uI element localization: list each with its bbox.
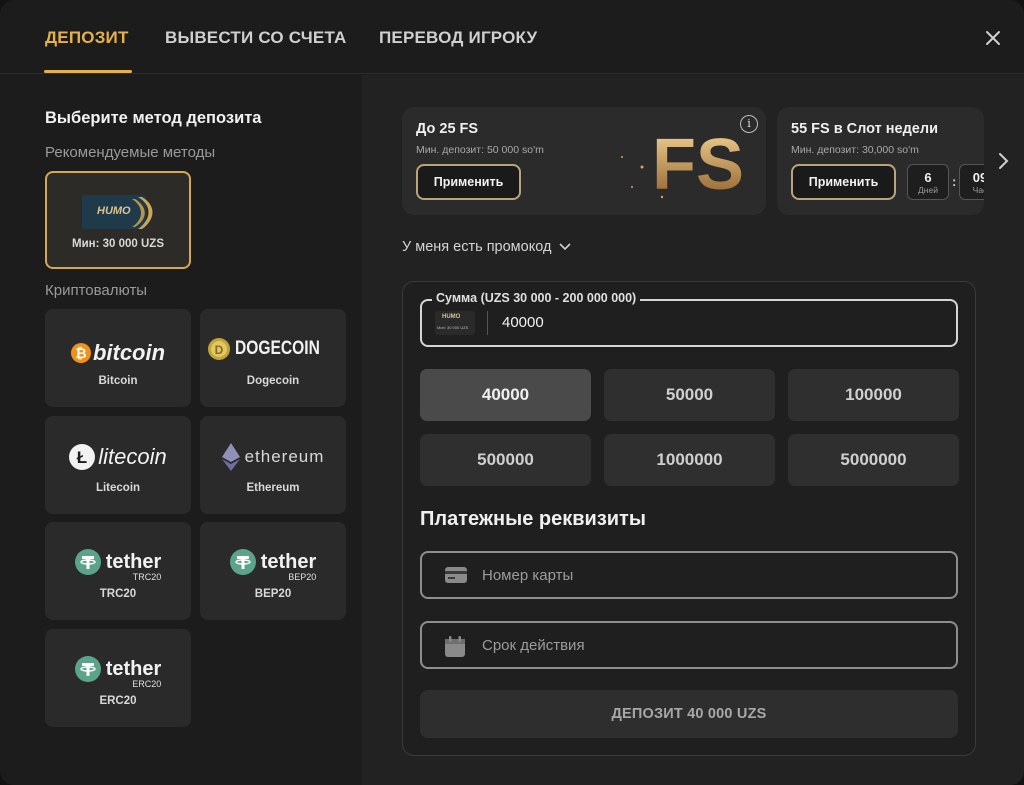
svg-text:Ł: Ł (77, 448, 87, 467)
method-card-tether-erc20[interactable]: tether ERC20 ERC20 (45, 629, 191, 727)
fs-badge-text: FS (652, 125, 744, 205)
ethereum-wordmark: ethereum (244, 447, 325, 466)
tether-bep20-wordmark: tether (260, 550, 317, 573)
humo-caption: Мин: 30 000 UZS (72, 238, 164, 250)
calendar-icon (445, 636, 465, 657)
tab-bar: ДЕПОЗИТ ВЫВЕСТИ СО СЧЕТА ПЕРЕВОД ИГРОКУ (0, 0, 1024, 74)
preset-amount-button[interactable]: 1000000 (604, 434, 775, 486)
ethereum-logo: ethereum (200, 442, 346, 472)
tether-bep20-logo: tether BEP20 (200, 546, 346, 582)
expiry-date-placeholder: Срок действия (482, 637, 585, 654)
tab-deposit[interactable]: ДЕПОЗИТ (45, 28, 129, 48)
litecoin-icon: Ł (69, 444, 96, 470)
timer-hours-clip: 09 Час (959, 164, 984, 200)
promocode-toggle[interactable]: У меня есть промокод (402, 239, 572, 255)
timer-hours-value: 09 (972, 170, 984, 185)
method-card-ethereum[interactable]: ethereum Ethereum (200, 416, 346, 514)
tether-erc20-sub: ERC20 (132, 678, 162, 689)
promocode-label: У меня есть промокод (402, 239, 552, 255)
timer-hours: 09 Час (959, 164, 984, 200)
method-card-litecoin[interactable]: Ł litecoin Litecoin (45, 416, 191, 514)
tab-transfer[interactable]: ПЕРЕВОД ИГРОКУ (379, 28, 537, 48)
tether-erc20-caption: ERC20 (99, 695, 137, 707)
preset-amount-button[interactable]: 500000 (420, 434, 591, 486)
preset-amount-button[interactable]: 100000 (788, 369, 959, 421)
humo-mini-caption: Мин: 30 000 UZS (437, 325, 469, 330)
method-card-tether-trc20[interactable]: tether TRC20 TRC20 (45, 522, 191, 620)
dogecoin-caption: Dogecoin (246, 375, 300, 387)
timer-separator: : (952, 174, 957, 189)
tether-trc20-wordmark: tether (105, 550, 162, 573)
timer-days-label: Дней (918, 185, 938, 195)
dogecoin-wordmark: DOGECOIN (235, 338, 321, 359)
litecoin-wordmark: litecoin (98, 444, 167, 469)
preset-amount-button[interactable]: 40000 (420, 369, 591, 421)
credit-card-icon (445, 567, 467, 583)
method-section-title: Выберите метод депозита (45, 109, 262, 127)
amount-value[interactable]: 40000 (502, 314, 544, 331)
promo-1-title: До 25 FS (416, 121, 479, 137)
timer-days-value: 6 (924, 170, 932, 185)
method-card-humo[interactable]: HUMO Мин: 30 000 UZS (45, 171, 191, 269)
dogecoin-logo: D DOGECOIN (200, 335, 346, 363)
expiry-date-field[interactable]: Срок действия (420, 621, 958, 669)
promo-2-subtitle: Мин. депозит: 30,000 so'm (791, 144, 919, 156)
chevron-down-icon (559, 243, 572, 251)
tether-icon (74, 549, 101, 575)
payment-details-title: Платежные реквизиты (420, 508, 646, 530)
chevron-right-icon[interactable] (994, 150, 1012, 172)
tether-bep20-caption: BEP20 (254, 588, 292, 600)
bitcoin-icon: ₿ (70, 343, 91, 363)
tether-erc20-wordmark: tether (105, 657, 162, 680)
ethereum-caption: Ethereum (246, 482, 300, 494)
crypto-label: Криптовалюты (45, 282, 148, 299)
timer-hours-label: Час (972, 185, 984, 195)
humo-mini-logo: HUMO Мин: 30 000 UZS (435, 311, 475, 335)
timer-days: 6 Дней (907, 164, 949, 200)
amount-input[interactable] (420, 299, 958, 347)
amount-divider (487, 311, 488, 335)
tether-icon (229, 549, 256, 575)
litecoin-caption: Litecoin (95, 482, 141, 494)
bitcoin-logo: ₿ bitcoin (45, 339, 191, 367)
tether-trc20-logo: tether TRC20 (45, 546, 191, 582)
deposit-submit-button[interactable]: ДЕПОЗИТ 40 000 UZS (420, 690, 958, 738)
close-icon[interactable] (982, 27, 1004, 49)
info-icon[interactable]: i (740, 115, 758, 133)
card-number-field[interactable]: Номер карты (420, 551, 958, 599)
amount-legend: Сумма (UZS 30 000 - 200 000 000) (432, 291, 641, 305)
humo-mini-logo-text: HUMO (442, 314, 461, 320)
preset-amount-button[interactable]: 50000 (604, 369, 775, 421)
tether-trc20-caption: TRC20 (99, 588, 137, 600)
method-card-tether-bep20[interactable]: tether BEP20 BEP20 (200, 522, 346, 620)
promo-2-apply-button[interactable]: Применить (791, 164, 896, 200)
humo-logo: HUMO (47, 191, 189, 233)
humo-logo-text: HUMO (97, 205, 131, 217)
active-tab-indicator (44, 70, 132, 73)
promo-2-title: 55 FS в Слот недели (791, 121, 938, 137)
promo-1-subtitle: Мин. депозит: 50 000 so'm (416, 144, 544, 156)
svg-text:D: D (215, 343, 224, 357)
litecoin-logo: Ł litecoin (45, 442, 191, 472)
tether-icon (74, 656, 101, 682)
promo-1-apply-button[interactable]: Применить (416, 164, 521, 200)
tether-trc20-sub: TRC20 (132, 571, 162, 582)
card-number-placeholder: Номер карты (482, 567, 574, 584)
tether-bep20-sub: BEP20 (288, 571, 317, 582)
preset-amount-button[interactable]: 5000000 (788, 434, 959, 486)
dogecoin-icon: D (208, 338, 231, 360)
ethereum-icon (221, 443, 240, 471)
tab-withdraw[interactable]: ВЫВЕСТИ СО СЧЕТА (165, 28, 346, 48)
recommended-label: Рекомендуемые методы (45, 144, 216, 161)
svg-text:₿: ₿ (75, 345, 86, 361)
method-card-bitcoin[interactable]: ₿ bitcoin Bitcoin (45, 309, 191, 407)
tether-erc20-logo: tether ERC20 (45, 653, 191, 689)
bitcoin-caption: Bitcoin (98, 375, 138, 387)
bitcoin-wordmark: bitcoin (92, 340, 166, 365)
deposit-modal: ДЕПОЗИТ ВЫВЕСТИ СО СЧЕТА ПЕРЕВОД ИГРОКУ … (0, 0, 1024, 785)
method-card-dogecoin[interactable]: D DOGECOIN Dogecoin (200, 309, 346, 407)
